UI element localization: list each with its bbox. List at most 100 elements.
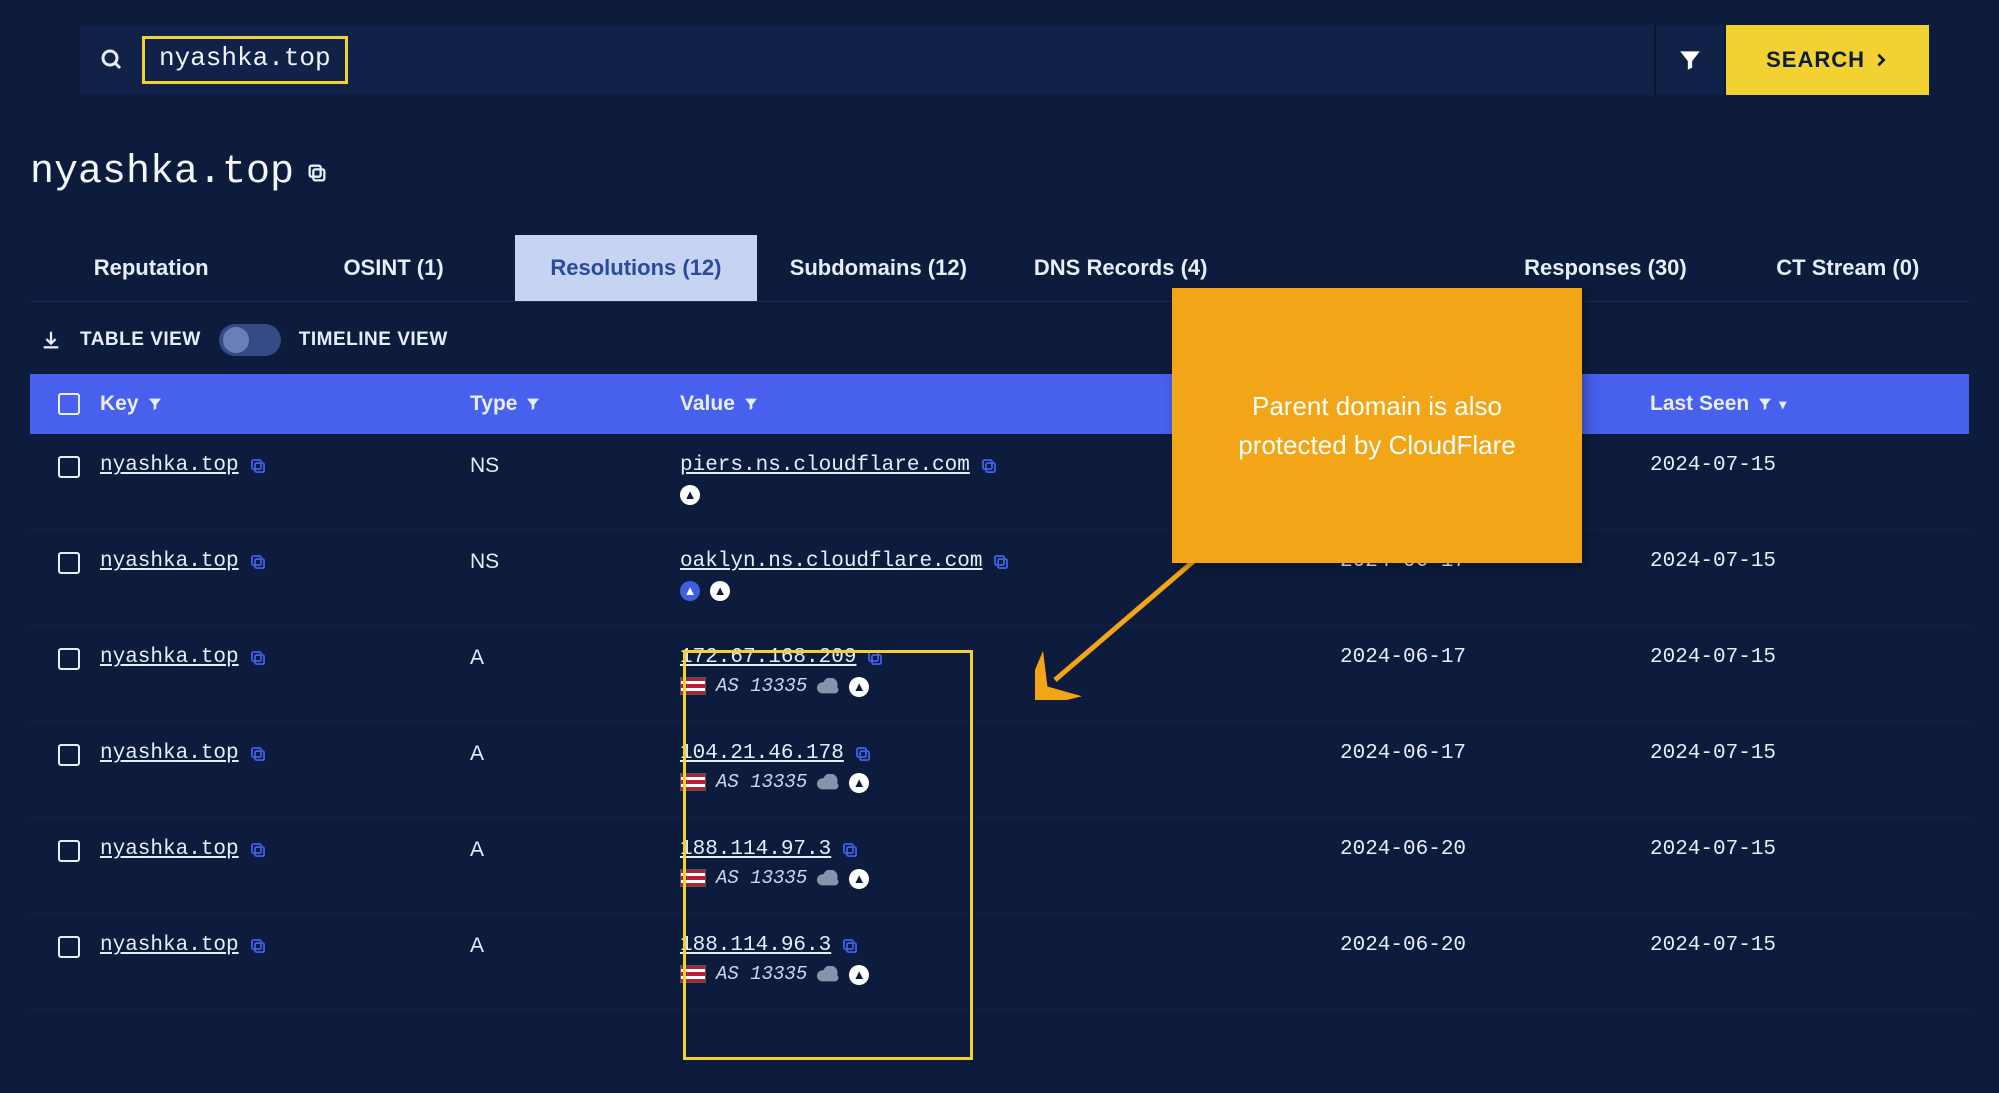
as-number: AS 13335 xyxy=(716,675,807,697)
callout-text: Parent domain is also protected by Cloud… xyxy=(1202,387,1552,465)
chevron-right-icon xyxy=(1873,52,1889,68)
value-link[interactable]: 188.114.96.3 xyxy=(680,934,831,957)
cloud-icon xyxy=(817,966,839,982)
table-row: nyashka.topA188.114.97.3AS 13335▲2024-06… xyxy=(30,818,1969,914)
search-field-container[interactable]: nyashka.top xyxy=(80,25,1656,95)
cell-type: NS xyxy=(470,550,680,574)
copy-icon[interactable] xyxy=(841,937,859,955)
funnel-icon xyxy=(743,396,759,412)
funnel-icon xyxy=(1677,47,1703,73)
cell-key: nyashka.top xyxy=(100,550,470,573)
tab-label: OSINT (1) xyxy=(343,255,443,280)
cloud-icon xyxy=(817,774,839,790)
download-icon[interactable] xyxy=(40,329,62,351)
cell-last-seen: 2024-07-15 xyxy=(1650,742,1969,765)
table-row: nyashka.topA104.21.46.178AS 13335▲2024-0… xyxy=(30,722,1969,818)
header-checkbox[interactable] xyxy=(30,393,100,415)
search-query[interactable]: nyashka.top xyxy=(159,43,331,73)
key-link[interactable]: nyashka.top xyxy=(100,838,239,861)
tab-label: DNS Records (4) xyxy=(1034,255,1208,280)
cell-last-seen: 2024-07-15 xyxy=(1650,454,1969,477)
cell-type: A xyxy=(470,838,680,862)
header-key[interactable]: Key xyxy=(100,392,470,416)
key-link[interactable]: nyashka.top xyxy=(100,742,239,765)
table-header: Key Type Value Last Seen ▾ xyxy=(30,374,1969,434)
value-link[interactable]: 172.67.168.209 xyxy=(680,646,856,669)
tab-reputation[interactable]: Reputation xyxy=(30,235,272,301)
row-checkbox[interactable] xyxy=(30,646,100,675)
cell-value: 104.21.46.178AS 13335▲ xyxy=(680,742,1340,793)
row-checkbox[interactable] xyxy=(30,550,100,579)
cell-key: nyashka.top xyxy=(100,646,470,669)
header-label: Value xyxy=(680,392,735,416)
tab-osint[interactable]: OSINT (1) xyxy=(272,235,514,301)
copy-icon[interactable] xyxy=(841,841,859,859)
copy-icon[interactable] xyxy=(249,553,267,571)
cell-first-seen: 2024-06-17 xyxy=(1340,646,1650,669)
cell-first-seen: 2024-06-20 xyxy=(1340,934,1650,957)
copy-icon[interactable] xyxy=(854,745,872,763)
view-toggle[interactable] xyxy=(219,324,281,356)
search-query-highlight: nyashka.top xyxy=(142,36,348,84)
table-row: nyashka.topA188.114.96.3AS 13335▲2024-06… xyxy=(30,914,1969,1010)
copy-icon[interactable] xyxy=(249,457,267,475)
cell-key: nyashka.top xyxy=(100,838,470,861)
key-link[interactable]: nyashka.top xyxy=(100,550,239,573)
key-link[interactable]: nyashka.top xyxy=(100,646,239,669)
cell-key: nyashka.top xyxy=(100,934,470,957)
cell-type: NS xyxy=(470,454,680,478)
annotation-arrow xyxy=(1035,550,1215,700)
cell-value: 172.67.168.209AS 13335▲ xyxy=(680,646,1340,697)
value-link[interactable]: piers.ns.cloudflare.com xyxy=(680,454,970,477)
row-checkbox[interactable] xyxy=(30,838,100,867)
tab-label: Reputation xyxy=(94,255,209,280)
as-number: AS 13335 xyxy=(716,867,807,889)
table-view-label[interactable]: TABLE VIEW xyxy=(80,329,201,351)
copy-icon[interactable] xyxy=(249,841,267,859)
cloud-icon xyxy=(817,678,839,694)
fire-icon: ▲ xyxy=(680,579,700,601)
row-checkbox[interactable] xyxy=(30,742,100,771)
fire-icon: ▲ xyxy=(849,963,869,985)
row-checkbox[interactable] xyxy=(30,934,100,963)
header-last-seen[interactable]: Last Seen ▾ xyxy=(1650,392,1969,416)
page-title-row: nyashka.top xyxy=(30,150,1969,195)
as-number: AS 13335 xyxy=(716,963,807,985)
copy-icon[interactable] xyxy=(866,649,884,667)
copy-icon[interactable] xyxy=(980,457,998,475)
tab-resolutions[interactable]: Resolutions (12) xyxy=(515,235,757,301)
cell-last-seen: 2024-07-15 xyxy=(1650,934,1969,957)
row-checkbox[interactable] xyxy=(30,454,100,483)
value-link[interactable]: oaklyn.ns.cloudflare.com xyxy=(680,550,982,573)
copy-icon[interactable] xyxy=(306,162,328,184)
funnel-icon xyxy=(147,396,163,412)
funnel-icon xyxy=(525,396,541,412)
funnel-icon xyxy=(1757,396,1773,412)
timeline-view-label[interactable]: TIMELINE VIEW xyxy=(299,329,448,351)
search-button[interactable]: SEARCH xyxy=(1726,25,1929,95)
filter-button[interactable] xyxy=(1656,25,1726,95)
tab-ct-stream[interactable]: CT Stream (0) xyxy=(1727,235,1969,301)
copy-icon[interactable] xyxy=(249,649,267,667)
cell-last-seen: 2024-07-15 xyxy=(1650,646,1969,669)
search-bar: nyashka.top SEARCH xyxy=(80,0,1929,95)
as-number: AS 13335 xyxy=(716,771,807,793)
value-link[interactable]: 188.114.97.3 xyxy=(680,838,831,861)
tab-subdomains[interactable]: Subdomains (12) xyxy=(757,235,999,301)
copy-icon[interactable] xyxy=(249,745,267,763)
value-link[interactable]: 104.21.46.178 xyxy=(680,742,844,765)
tab-label: Responses (30) xyxy=(1524,255,1687,280)
key-link[interactable]: nyashka.top xyxy=(100,454,239,477)
table-row: nyashka.topA172.67.168.209AS 13335▲2024-… xyxy=(30,626,1969,722)
cell-key: nyashka.top xyxy=(100,454,470,477)
cloud-icon xyxy=(817,870,839,886)
key-link[interactable]: nyashka.top xyxy=(100,934,239,957)
copy-icon[interactable] xyxy=(249,937,267,955)
cell-first-seen: 2024-06-20 xyxy=(1340,838,1650,861)
table-row: nyashka.topNSoaklyn.ns.cloudflare.com▲▲2… xyxy=(30,530,1969,626)
cell-last-seen: 2024-07-15 xyxy=(1650,838,1969,861)
cell-key: nyashka.top xyxy=(100,742,470,765)
copy-icon[interactable] xyxy=(992,553,1010,571)
header-type[interactable]: Type xyxy=(470,392,680,416)
view-toggle-row: TABLE VIEW TIMELINE VIEW xyxy=(30,302,1969,374)
